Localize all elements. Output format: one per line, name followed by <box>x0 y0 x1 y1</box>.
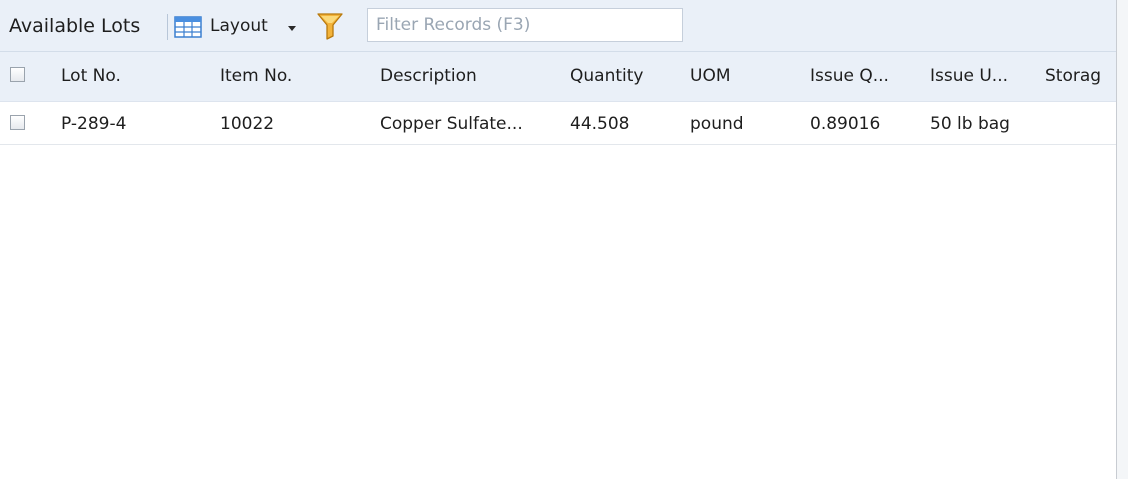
cell-uom: pound <box>690 114 744 134</box>
row-checkbox[interactable] <box>10 115 25 130</box>
filter-records-input[interactable] <box>367 8 683 42</box>
filter-button[interactable] <box>316 11 346 41</box>
cell-item-no: 10022 <box>220 114 275 134</box>
table-row[interactable]: P-289-4 10022 Copper Sulfate... 44.508 p… <box>0 102 1116 145</box>
table-layout-icon <box>174 16 202 43</box>
column-header-lot-no[interactable]: Lot No. <box>61 66 201 86</box>
funnel-icon <box>316 13 344 46</box>
column-header-description[interactable]: Description <box>380 66 560 86</box>
column-header-issue-qty[interactable]: Issue Q... <box>810 66 920 86</box>
grid-header-row: Lot No. Item No. Description Quantity UO… <box>0 52 1116 102</box>
cell-issue-uom: 50 lb bag <box>930 114 1010 134</box>
toolbar-separator <box>167 14 168 40</box>
column-header-item-no[interactable]: Item No. <box>220 66 360 86</box>
column-header-uom[interactable]: UOM <box>690 66 790 86</box>
cell-quantity: 44.508 <box>570 114 630 134</box>
cell-description: Copper Sulfate... <box>380 114 523 134</box>
column-header-storage[interactable]: Storag <box>1045 66 1116 86</box>
column-header-quantity[interactable]: Quantity <box>570 66 675 86</box>
grid-toolbar: Available Lots Layout <box>0 0 1116 52</box>
cell-issue-qty: 0.89016 <box>810 114 881 134</box>
scrollbar-track[interactable] <box>1117 0 1128 479</box>
grid-title: Available Lots <box>9 15 141 37</box>
chevron-down-icon <box>288 26 296 31</box>
layout-button[interactable]: Layout <box>174 10 304 44</box>
layout-label: Layout <box>210 16 268 36</box>
select-all-checkbox[interactable] <box>10 67 25 82</box>
column-header-issue-uom[interactable]: Issue U... <box>930 66 1035 86</box>
cell-lot-no: P-289-4 <box>61 114 127 134</box>
